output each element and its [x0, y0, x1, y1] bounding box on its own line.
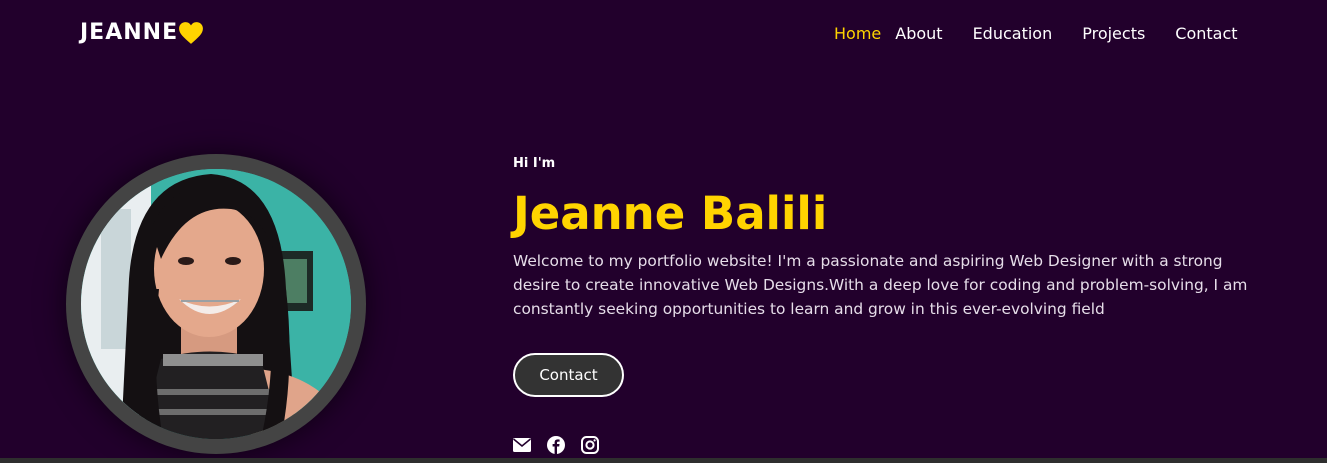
site-logo[interactable]: JEANNE — [80, 20, 204, 45]
nav-contact[interactable]: Contact — [1175, 24, 1237, 43]
heart-icon — [179, 21, 204, 44]
profile-photo — [81, 169, 351, 439]
envelope-icon[interactable] — [512, 435, 532, 455]
hero-name: Jeanne Balili — [513, 187, 828, 240]
main-nav: Home About Education Projects Contact — [834, 24, 1238, 43]
portfolio-page: JEANNE Home About Education Projects Con… — [0, 0, 1327, 463]
intro-paragraph: Welcome to my portfolio website! I'm a p… — [513, 252, 1248, 318]
profile-photo-frame — [66, 154, 366, 454]
logo-text: JEANNE — [80, 20, 179, 45]
bottom-divider — [0, 458, 1327, 463]
nav-about[interactable]: About — [895, 24, 942, 43]
nav-education[interactable]: Education — [973, 24, 1053, 43]
contact-button[interactable]: Contact — [513, 353, 624, 397]
social-links — [512, 435, 600, 455]
facebook-icon[interactable] — [546, 435, 566, 455]
instagram-icon[interactable] — [580, 435, 600, 455]
nav-projects[interactable]: Projects — [1082, 24, 1145, 43]
nav-home[interactable]: Home — [834, 24, 881, 43]
greeting-text: Hi I'm — [513, 156, 556, 171]
